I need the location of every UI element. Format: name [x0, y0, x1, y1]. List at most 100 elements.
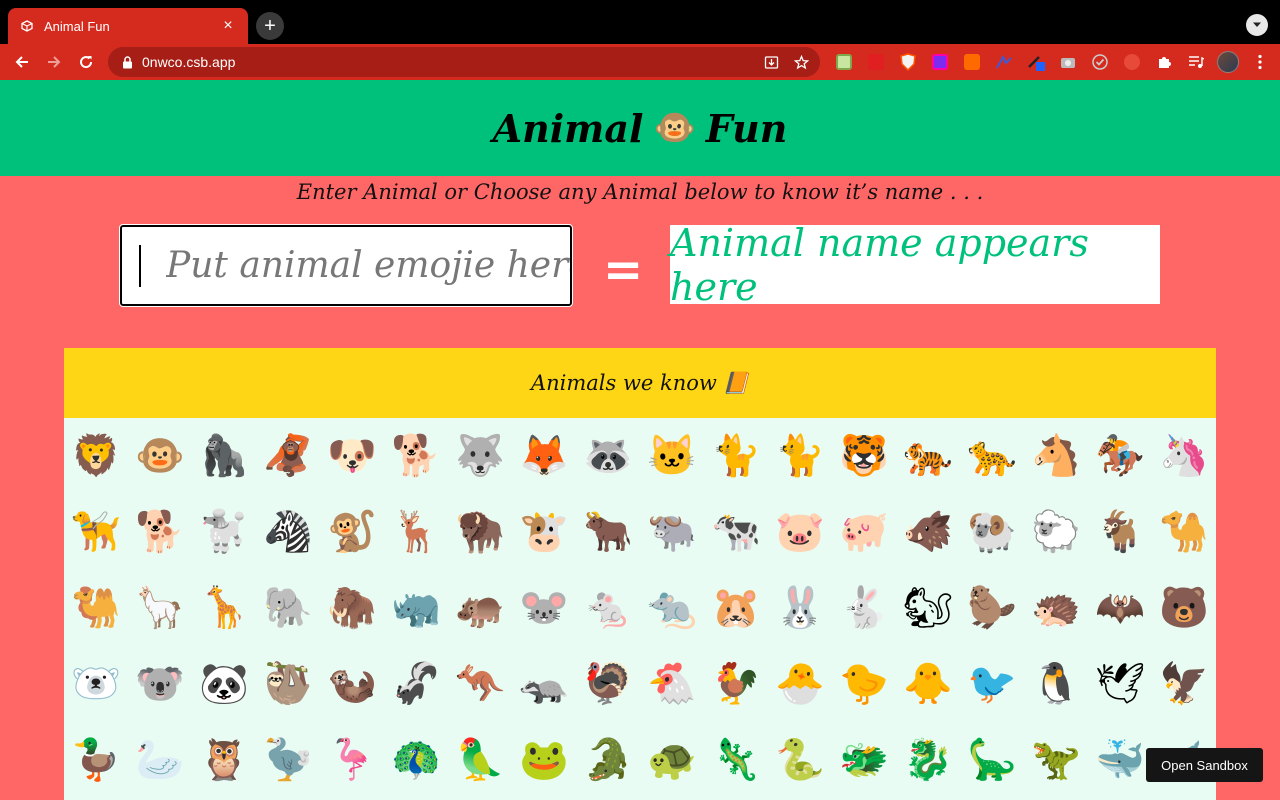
menu-dots-icon[interactable]	[1244, 46, 1276, 78]
animal-emoji-item[interactable]: 🐕	[384, 418, 448, 494]
animal-emoji-item[interactable]: 🐶	[320, 418, 384, 494]
animal-emoji-item[interactable]: 🦕	[960, 722, 1024, 798]
animal-emoji-item[interactable]: 🐱	[640, 418, 704, 494]
animal-emoji-item[interactable]: 🐵	[128, 418, 192, 494]
animal-emoji-item[interactable]: 🐓	[704, 646, 768, 722]
close-tab-icon[interactable]: ×	[220, 18, 236, 34]
media-extension-icon[interactable]	[860, 46, 892, 78]
animal-emoji-item[interactable]: 🦃	[576, 646, 640, 722]
animal-emoji-item[interactable]: 🐆	[960, 418, 1024, 494]
browser-tab[interactable]: Animal Fun ×	[8, 8, 248, 44]
animal-emoji-item[interactable]: 🐅	[896, 418, 960, 494]
animal-emoji-item[interactable]: 🦆	[64, 722, 128, 798]
forward-arrow-icon[interactable]	[38, 46, 70, 78]
animal-emoji-item[interactable]: 🦝	[576, 418, 640, 494]
animal-emoji-item[interactable]: 🦜	[448, 722, 512, 798]
animal-emoji-item[interactable]: 🦡	[512, 646, 576, 722]
animal-emoji-item[interactable]: 🦫	[960, 570, 1024, 646]
animal-emoji-item[interactable]: 🐈	[768, 418, 832, 494]
animal-emoji-item[interactable]: 🦓	[256, 494, 320, 570]
animal-emoji-item[interactable]: 🐳	[1088, 722, 1152, 798]
animal-emoji-item[interactable]: 🐩	[192, 494, 256, 570]
animal-emoji-item[interactable]: 🐨	[128, 646, 192, 722]
animal-emoji-item[interactable]: 🐏	[960, 494, 1024, 570]
animal-emoji-item[interactable]: 🐻‍❄️	[64, 646, 128, 722]
animal-emoji-item[interactable]: 🦧	[256, 418, 320, 494]
animal-emoji-item[interactable]: 🐖	[832, 494, 896, 570]
animal-emoji-item[interactable]: 🐮	[512, 494, 576, 570]
new-tab-button[interactable]: +	[256, 12, 284, 40]
animal-emoji-item[interactable]: 🐲	[832, 722, 896, 798]
animal-emoji-item[interactable]: 🦄	[1152, 418, 1216, 494]
emoji-input-box[interactable]	[119, 224, 573, 307]
animal-emoji-item[interactable]: 🦥	[256, 646, 320, 722]
animal-emoji-item[interactable]: 🐫	[64, 570, 128, 646]
purple-extension-icon[interactable]	[924, 46, 956, 78]
animal-emoji-item[interactable]: 🦉	[192, 722, 256, 798]
animal-emoji-item[interactable]: 🐗	[896, 494, 960, 570]
animal-emoji-item[interactable]: 🐼	[192, 646, 256, 722]
animal-emoji-item[interactable]: 🐧	[1024, 646, 1088, 722]
animal-emoji-item[interactable]: 🦦	[320, 646, 384, 722]
animal-emoji-item[interactable]: 🐉	[896, 722, 960, 798]
tab-search-icon[interactable]	[1246, 14, 1268, 36]
animal-emoji-item[interactable]: 🐹	[704, 570, 768, 646]
animal-emoji-item[interactable]: 🐍	[768, 722, 832, 798]
animal-emoji-item[interactable]: 🦍	[192, 418, 256, 494]
profile-avatar[interactable]	[1212, 46, 1244, 78]
animal-emoji-item[interactable]: 🐄	[704, 494, 768, 570]
octopus-extension-icon[interactable]	[1116, 46, 1148, 78]
animal-emoji-item[interactable]: 🐂	[576, 494, 640, 570]
camera-icon[interactable]	[1052, 46, 1084, 78]
animal-emoji-item[interactable]: 🐑	[1024, 494, 1088, 570]
animal-emoji-item[interactable]: 🐇	[832, 570, 896, 646]
animal-emoji-item[interactable]: 🦩	[320, 722, 384, 798]
animal-emoji-item[interactable]: 🐁	[576, 570, 640, 646]
animal-emoji-item[interactable]: 🦏	[384, 570, 448, 646]
animal-emoji-item[interactable]: 🐤	[832, 646, 896, 722]
animal-emoji-item[interactable]: 🐿	[896, 570, 960, 646]
animal-emoji-item[interactable]: 🦘	[448, 646, 512, 722]
animal-emoji-item[interactable]: 🦙	[128, 570, 192, 646]
check-circle-icon[interactable]	[1084, 46, 1116, 78]
animal-emoji-item[interactable]: 🦤	[256, 722, 320, 798]
animal-emoji-item[interactable]: 🐷	[768, 494, 832, 570]
animal-emoji-item[interactable]: 🦬	[448, 494, 512, 570]
emoji-input[interactable]	[122, 227, 570, 304]
animal-emoji-item[interactable]: 🦚	[384, 722, 448, 798]
animal-emoji-item[interactable]: 🐺	[448, 418, 512, 494]
animal-emoji-item[interactable]: 🦎	[704, 722, 768, 798]
animal-emoji-item[interactable]: 🦅	[1152, 646, 1216, 722]
animal-emoji-item[interactable]: 🦛	[448, 570, 512, 646]
animal-emoji-item[interactable]: 🐊	[576, 722, 640, 798]
animal-emoji-item[interactable]: 🐥	[896, 646, 960, 722]
orange-extension-icon[interactable]	[956, 46, 988, 78]
animal-emoji-item[interactable]: 🐦	[960, 646, 1024, 722]
animal-emoji-item[interactable]: 🐈	[704, 418, 768, 494]
animal-emoji-item[interactable]: 🦇	[1088, 570, 1152, 646]
animal-emoji-item[interactable]: 🦨	[384, 646, 448, 722]
animal-emoji-item[interactable]: 🐣	[768, 646, 832, 722]
animal-emoji-item[interactable]: 🐸	[512, 722, 576, 798]
install-app-icon[interactable]	[756, 47, 786, 77]
animal-emoji-item[interactable]: 🐻	[1152, 570, 1216, 646]
animal-emoji-item[interactable]: 🕊	[1088, 646, 1152, 722]
open-sandbox-button[interactable]: Open Sandbox	[1146, 748, 1263, 782]
address-bar[interactable]: 0nwco.csb.app	[108, 47, 820, 77]
puzzle-extensions-icon[interactable]	[1148, 46, 1180, 78]
animal-emoji-item[interactable]: 🦢	[128, 722, 192, 798]
animal-emoji-item[interactable]: 🦮	[64, 494, 128, 570]
animal-emoji-item[interactable]: 🐃	[640, 494, 704, 570]
animal-emoji-item[interactable]: 🐔	[640, 646, 704, 722]
animal-emoji-item[interactable]: 🐴	[1024, 418, 1088, 494]
brave-shield-icon[interactable]	[892, 46, 924, 78]
reload-icon[interactable]	[70, 46, 102, 78]
notes-extension-icon[interactable]	[828, 46, 860, 78]
animal-emoji-item[interactable]: 🐒	[320, 494, 384, 570]
eyedropper-icon[interactable]	[1020, 46, 1052, 78]
animal-emoji-item[interactable]: 🐰	[768, 570, 832, 646]
blue-extension-icon[interactable]	[988, 46, 1020, 78]
animal-emoji-item[interactable]: 🐐	[1088, 494, 1152, 570]
animal-emoji-item[interactable]: 🐯	[832, 418, 896, 494]
animal-emoji-item[interactable]: 🐢	[640, 722, 704, 798]
